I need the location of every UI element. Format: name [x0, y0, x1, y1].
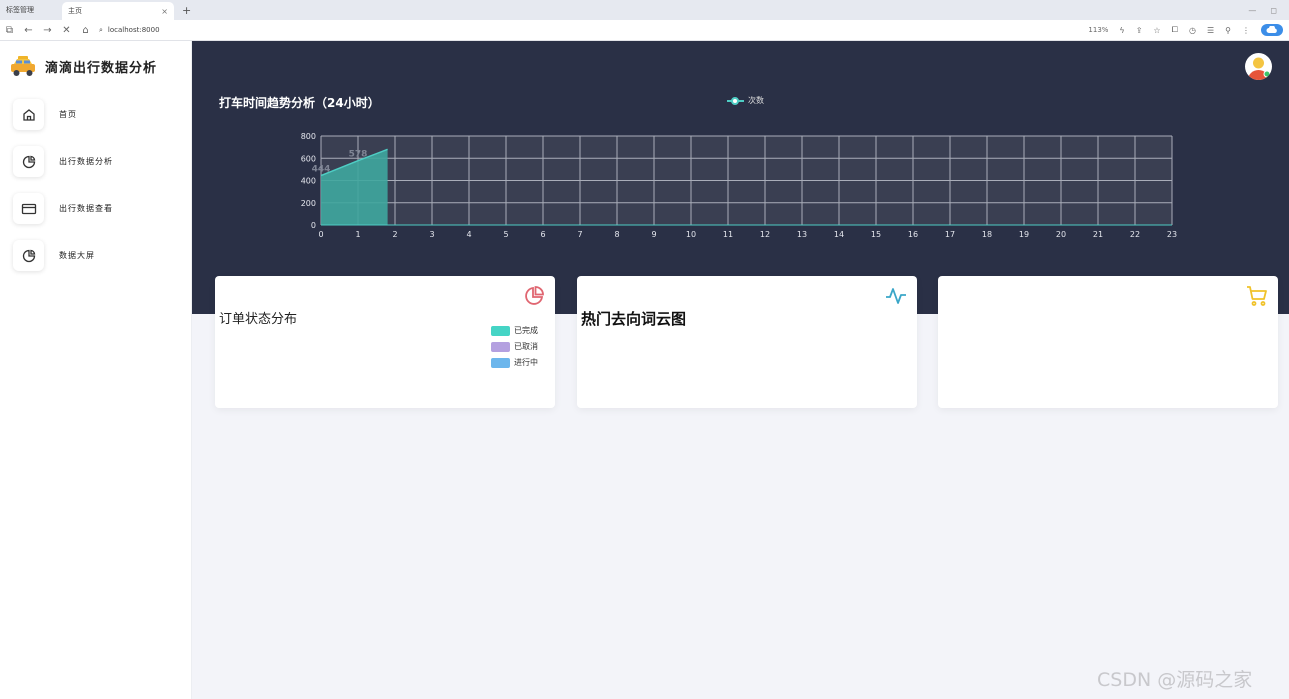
data-label: 444 [312, 165, 331, 175]
x-tick-label: 8 [614, 230, 619, 239]
x-tick-label: 18 [982, 230, 992, 239]
card-title: 订单状态分布 [219, 312, 298, 327]
legend-label: 已取消 [514, 342, 538, 351]
x-tick-label: 4 [466, 230, 471, 239]
word-cloud-card: 热门去向词云图 [577, 276, 917, 408]
cart-card [938, 276, 1278, 408]
legend-label: 已完成 [514, 326, 538, 335]
watermark: CSDN @源码之家 [1097, 669, 1253, 691]
pie-legend: 已完成 已取消 进行中 [491, 325, 538, 368]
y-tick-label: 400 [301, 177, 316, 186]
x-tick-label: 22 [1130, 230, 1140, 239]
x-tick-label: 10 [686, 230, 696, 239]
x-tick-label: 16 [908, 230, 918, 239]
x-tick-label: 5 [503, 230, 508, 239]
order-status-card: 订单状态分布 已完成 已取消 进行中 [215, 276, 555, 408]
card-title: 热门去向词云图 [581, 310, 687, 328]
x-tick-label: 11 [723, 230, 733, 239]
x-tick-label: 3 [429, 230, 434, 239]
x-tick-label: 12 [760, 230, 770, 239]
cart-icon [1247, 286, 1267, 306]
legend-item-in-progress[interactable]: 进行中 [491, 357, 538, 368]
x-tick-label: 21 [1093, 230, 1103, 239]
x-tick-label: 2 [392, 230, 397, 239]
x-tick-label: 23 [1167, 230, 1177, 239]
x-tick-label: 20 [1056, 230, 1066, 239]
legend-label: 进行中 [514, 358, 538, 367]
x-tick-label: 14 [834, 230, 844, 239]
x-tick-label: 9 [651, 230, 656, 239]
x-tick-label: 17 [945, 230, 955, 239]
legend-item-cancelled[interactable]: 已取消 [491, 341, 538, 352]
y-tick-label: 200 [301, 199, 316, 208]
y-tick-label: 0 [311, 221, 316, 230]
legend-swatch [491, 325, 510, 336]
legend-item-completed[interactable]: 已完成 [491, 325, 538, 336]
y-tick-label: 600 [301, 154, 316, 163]
data-label: 578 [349, 150, 368, 160]
x-tick-label: 0 [318, 230, 323, 239]
x-tick-label: 7 [577, 230, 582, 239]
x-tick-label: 19 [1019, 230, 1029, 239]
legend-swatch [491, 357, 510, 368]
x-tick-label: 13 [797, 230, 807, 239]
pie-chart-icon [525, 286, 544, 305]
legend-swatch [491, 341, 510, 352]
x-tick-label: 6 [540, 230, 545, 239]
x-tick-label: 15 [871, 230, 881, 239]
activity-icon [886, 288, 906, 304]
y-tick-label: 800 [301, 132, 316, 141]
x-tick-label: 1 [355, 230, 360, 239]
